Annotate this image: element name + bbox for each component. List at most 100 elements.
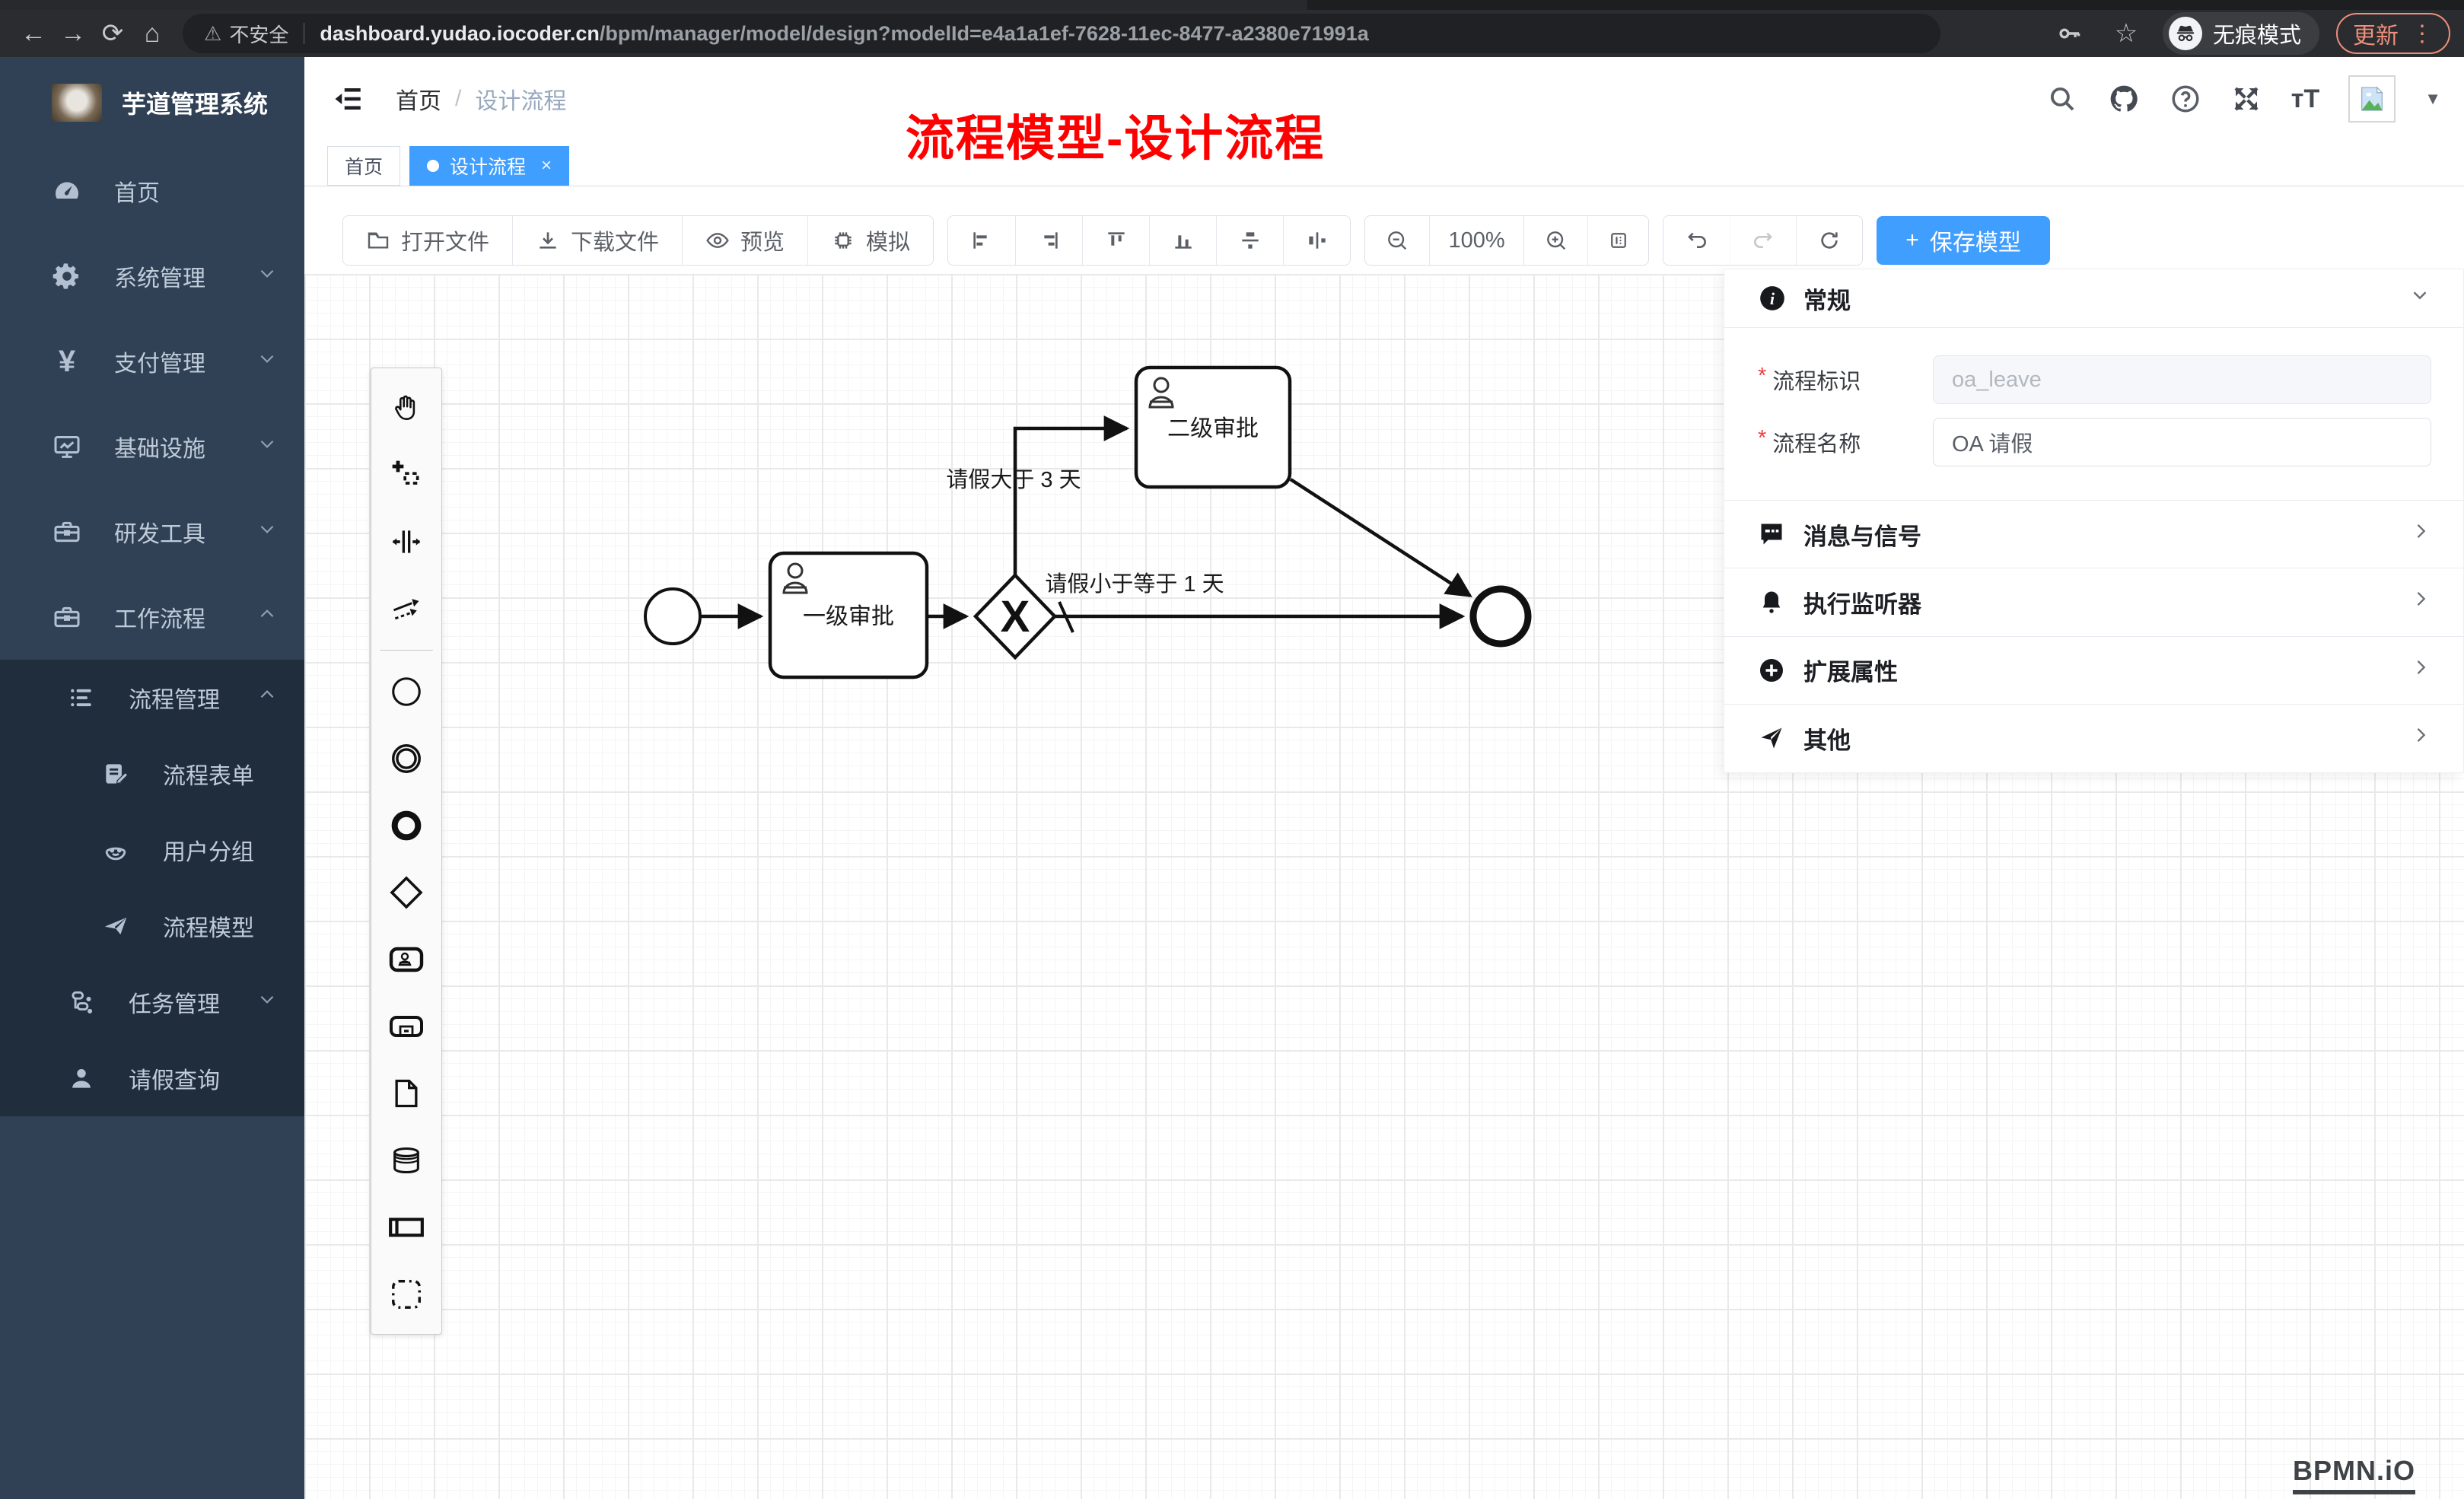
sidebar-item-user-group[interactable]: 用户分组 <box>0 812 304 888</box>
create-gateway[interactable] <box>371 859 442 926</box>
section-execution-listener[interactable]: 执行监听器 <box>1724 568 2463 636</box>
workflow-submenu: 流程管理 流程表单 用户分组 流程模 <box>0 660 304 1116</box>
home-icon[interactable]: ⌂ <box>132 14 172 53</box>
create-participant[interactable] <box>371 1194 442 1261</box>
avatar-caret-icon[interactable]: ▼ <box>2424 89 2441 109</box>
avatar[interactable] <box>2348 75 2396 123</box>
breadcrumb-current: 设计流程 <box>475 82 566 116</box>
svg-text:i: i <box>1770 289 1775 308</box>
process-key-input[interactable] <box>1933 355 2431 404</box>
comment-icon <box>1758 520 1785 548</box>
start-event[interactable] <box>645 589 700 644</box>
create-user-task[interactable] <box>371 926 442 993</box>
section-message-signal[interactable]: 消息与信号 <box>1724 501 2463 568</box>
browser-tab-strip <box>0 0 2464 10</box>
redo-button[interactable] <box>1730 216 1796 265</box>
tab-bar: 首页 设计流程 × <box>304 141 2464 186</box>
sidebar-item-system[interactable]: 系统管理 <box>0 234 304 319</box>
sidebar-item-label: 首页 <box>114 174 160 208</box>
tab-home[interactable]: 首页 <box>327 146 400 186</box>
tab-close-icon[interactable]: × <box>541 155 552 177</box>
sidebar-item-payment[interactable]: ¥ 支付管理 <box>0 319 304 404</box>
yen-icon: ¥ <box>50 345 84 379</box>
create-data-store[interactable] <box>371 1127 442 1194</box>
save-model-button[interactable]: + 保存模型 <box>1877 216 2050 265</box>
restart-button[interactable] <box>1796 216 1862 265</box>
fullscreen-icon[interactable] <box>2230 83 2262 115</box>
process-name-field: *流程名称 <box>1758 418 2431 466</box>
preview-button[interactable]: 预览 <box>682 216 807 265</box>
toolbox-icon <box>50 517 84 547</box>
align-top-button[interactable] <box>1082 216 1149 265</box>
create-subprocess[interactable] <box>371 993 442 1060</box>
global-connect-tool[interactable] <box>371 575 442 642</box>
chevron-right-icon <box>2410 520 2431 548</box>
chrome-menu-icon[interactable]: ⋮ <box>2411 21 2434 47</box>
section-extended-attributes[interactable]: 扩展属性 <box>1724 637 2463 705</box>
gear-icon <box>50 261 84 291</box>
chevron-down-icon <box>257 348 277 374</box>
font-size-icon[interactable]: тT <box>2291 84 2319 114</box>
bookmark-star-icon[interactable]: ☆ <box>2106 14 2146 53</box>
sidebar-item-task-mgmt[interactable]: 任务管理 <box>0 964 304 1040</box>
address-bar[interactable]: ⚠ 不安全 dashboard.yudao.iocoder.cn /bpm/ma… <box>183 14 1940 53</box>
align-left-button[interactable] <box>948 216 1015 265</box>
sidebar-item-devtools[interactable]: 研发工具 <box>0 489 304 574</box>
chevron-down-icon[interactable] <box>2408 284 2431 313</box>
section-other[interactable]: 其他 <box>1724 705 2463 772</box>
help-icon[interactable] <box>2170 83 2201 115</box>
sidebar-item-workflow[interactable]: 工作流程 <box>0 574 304 660</box>
end-event[interactable] <box>1473 589 1528 644</box>
user-task-level2[interactable]: 二级审批 <box>1136 368 1290 487</box>
simulate-button[interactable]: 模拟 <box>807 216 933 265</box>
password-key-icon[interactable] <box>2050 14 2090 53</box>
face-icon <box>99 835 132 864</box>
reload-icon[interactable]: ⟳ <box>93 14 132 53</box>
align-center-vertical-button[interactable] <box>1283 216 1350 265</box>
bpmn-io-watermark[interactable]: BPMN.iO <box>2293 1455 2415 1494</box>
chrome-update-button[interactable]: 更新 ⋮ <box>2336 13 2450 54</box>
zoom-out-button[interactable] <box>1365 216 1429 265</box>
align-bottom-button[interactable] <box>1149 216 1216 265</box>
app-logo[interactable]: 芋道管理系统 <box>0 57 304 148</box>
security-label[interactable]: 不安全 <box>229 20 288 48</box>
create-start-event[interactable] <box>371 658 442 725</box>
align-center-horizontal-button[interactable] <box>1216 216 1283 265</box>
forward-icon[interactable]: → <box>53 14 93 53</box>
github-icon[interactable] <box>2107 82 2141 116</box>
undo-button[interactable] <box>1663 216 1730 265</box>
zoom-in-button[interactable] <box>1523 216 1587 265</box>
hand-tool[interactable] <box>371 374 442 441</box>
create-group[interactable] <box>371 1261 442 1328</box>
align-right-button[interactable] <box>1015 216 1082 265</box>
create-data-object[interactable] <box>371 1060 442 1127</box>
create-intermediate-event[interactable] <box>371 725 442 792</box>
tab-design-process[interactable]: 设计流程 × <box>409 146 569 186</box>
sidebar-item-home[interactable]: 首页 <box>0 148 304 234</box>
section-general[interactable]: i 常规 <box>1724 269 2463 328</box>
create-end-event[interactable] <box>371 792 442 859</box>
exclusive-gateway[interactable]: X <box>976 575 1055 657</box>
back-icon[interactable]: ← <box>14 14 53 53</box>
sidebar-item-process-form[interactable]: 流程表单 <box>0 736 304 812</box>
sidebar-item-infra[interactable]: 基础设施 <box>0 404 304 489</box>
flow-gateway-to-task2 <box>1015 428 1127 575</box>
download-file-button[interactable]: 下载文件 <box>512 216 682 265</box>
properties-panel: i 常规 *流程标识 *流程名称 <box>1724 269 2464 773</box>
sidebar-item-process-model[interactable]: 流程模型 <box>0 888 304 964</box>
process-name-input[interactable] <box>1933 418 2431 466</box>
eye-icon <box>705 228 730 253</box>
lasso-tool[interactable] <box>371 441 442 508</box>
user-task-level1[interactable]: 一级审批 <box>770 553 927 677</box>
search-icon[interactable] <box>2046 83 2078 115</box>
browser-active-tab[interactable] <box>0 0 1307 10</box>
breadcrumb-home[interactable]: 首页 <box>396 82 441 116</box>
chevron-right-icon <box>2410 724 2431 752</box>
collapse-menu-icon[interactable] <box>330 81 367 117</box>
space-tool[interactable] <box>371 508 442 575</box>
chip-icon <box>831 228 855 253</box>
sidebar-item-process-mgmt[interactable]: 流程管理 <box>0 660 304 736</box>
sidebar-item-leave-query[interactable]: 请假查询 <box>0 1040 304 1116</box>
zoom-reset-button[interactable] <box>1587 216 1648 265</box>
open-file-button[interactable]: 打开文件 <box>343 216 512 265</box>
